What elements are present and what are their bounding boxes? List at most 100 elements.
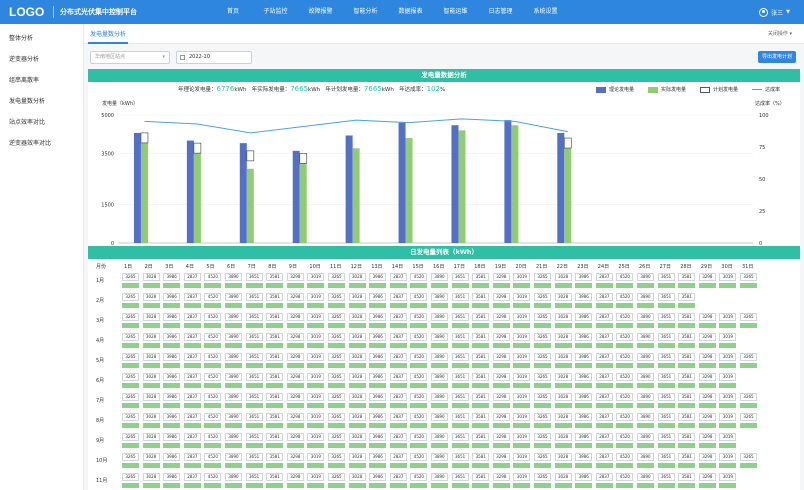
day-value[interactable]: 3019: [719, 393, 737, 401]
day-value[interactable]: 3298: [492, 473, 510, 481]
day-value[interactable]: 3265: [328, 393, 345, 401]
day-value[interactable]: 3019: [719, 333, 737, 341]
day-value[interactable]: 3581: [266, 373, 284, 381]
day-value[interactable]: 3890: [225, 433, 242, 441]
day-value[interactable]: 3298: [698, 333, 716, 341]
day-value[interactable]: 3019: [513, 473, 531, 481]
day-value[interactable]: 2837: [389, 273, 407, 281]
day-value[interactable]: 3651: [245, 333, 263, 341]
day-value[interactable]: 3265: [122, 313, 139, 321]
legend-rate[interactable]: 达成率: [751, 86, 780, 93]
day-value[interactable]: 4520: [204, 373, 222, 381]
day-value[interactable]: 3651: [245, 273, 263, 281]
day-value[interactable]: 3265: [740, 413, 757, 421]
sidebar-item-inverter-analysis[interactable]: 逆变器分析: [0, 49, 83, 70]
day-value[interactable]: 3890: [225, 473, 242, 481]
sidebar-item-station-efficiency[interactable]: 站点效率对比: [0, 112, 83, 133]
day-value[interactable]: 3986: [575, 353, 593, 361]
day-value[interactable]: 3651: [451, 273, 469, 281]
day-value[interactable]: 3298: [698, 353, 716, 361]
day-value[interactable]: 3986: [163, 453, 181, 461]
day-value[interactable]: 3298: [698, 453, 716, 461]
day-value[interactable]: 2837: [389, 433, 407, 441]
export-plan-button[interactable]: 导出发电计划: [757, 51, 796, 63]
day-value[interactable]: 3028: [554, 353, 572, 361]
day-value[interactable]: 3651: [451, 453, 469, 461]
day-value[interactable]: 3265: [740, 393, 757, 401]
day-value[interactable]: 3890: [637, 313, 654, 321]
sidebar-item-generation-analysis[interactable]: 发电量数分析: [0, 91, 83, 112]
day-value[interactable]: 3298: [286, 273, 304, 281]
day-value[interactable]: 3028: [142, 453, 160, 461]
day-value[interactable]: 3651: [451, 433, 469, 441]
day-value[interactable]: 2837: [183, 433, 201, 441]
day-value[interactable]: 3028: [348, 333, 366, 341]
day-value[interactable]: 2837: [389, 413, 407, 421]
day-value[interactable]: 2837: [595, 373, 613, 381]
day-value[interactable]: 3986: [369, 333, 387, 341]
day-value[interactable]: 3986: [163, 433, 181, 441]
day-value[interactable]: 3265: [534, 393, 551, 401]
nav-smart-ops[interactable]: 智能运维: [433, 0, 478, 24]
day-value[interactable]: 3298: [286, 453, 304, 461]
day-value[interactable]: 4520: [204, 273, 222, 281]
day-value[interactable]: 4520: [616, 313, 634, 321]
day-value[interactable]: 3651: [451, 373, 469, 381]
month-picker[interactable]: 2022-10: [176, 51, 252, 64]
day-value[interactable]: 3028: [142, 373, 160, 381]
day-value[interactable]: 3019: [513, 333, 531, 341]
day-value[interactable]: 3581: [266, 453, 284, 461]
day-value[interactable]: 3265: [328, 333, 345, 341]
day-value[interactable]: 3028: [554, 473, 572, 481]
day-value[interactable]: 3298: [698, 273, 716, 281]
day-value[interactable]: 4520: [204, 313, 222, 321]
day-value[interactable]: 3265: [534, 353, 551, 361]
day-value[interactable]: 3298: [698, 313, 716, 321]
day-value[interactable]: 4520: [410, 273, 428, 281]
day-value[interactable]: 2837: [389, 333, 407, 341]
day-value[interactable]: 3581: [472, 393, 490, 401]
day-value[interactable]: 4520: [616, 293, 634, 301]
day-value[interactable]: 3028: [554, 333, 572, 341]
day-value[interactable]: 3028: [348, 453, 366, 461]
day-value[interactable]: 3890: [431, 453, 448, 461]
legend-plan[interactable]: 计划发电量: [699, 86, 738, 93]
day-value[interactable]: 3651: [657, 453, 675, 461]
day-value[interactable]: 3986: [369, 473, 387, 481]
day-value[interactable]: 3986: [369, 453, 387, 461]
day-value[interactable]: 3019: [719, 313, 737, 321]
day-value[interactable]: 2837: [595, 393, 613, 401]
day-value[interactable]: 3986: [163, 353, 181, 361]
day-value[interactable]: 3986: [163, 333, 181, 341]
nav-substation-monitor[interactable]: 子站监控: [253, 0, 298, 24]
day-value[interactable]: 4520: [616, 433, 634, 441]
day-value[interactable]: 3651: [657, 333, 675, 341]
day-value[interactable]: 3028: [554, 313, 572, 321]
day-value[interactable]: 3028: [142, 353, 160, 361]
day-value[interactable]: 4520: [410, 353, 428, 361]
day-value[interactable]: 3019: [719, 273, 737, 281]
day-value[interactable]: 3298: [492, 433, 510, 441]
day-value[interactable]: 3890: [431, 293, 448, 301]
day-value[interactable]: 3019: [513, 353, 531, 361]
day-value[interactable]: 3581: [266, 393, 284, 401]
day-value[interactable]: 3265: [534, 273, 551, 281]
day-value[interactable]: 3651: [245, 293, 263, 301]
day-value[interactable]: 4520: [410, 413, 428, 421]
day-value[interactable]: 3265: [122, 393, 139, 401]
day-value[interactable]: 2837: [389, 393, 407, 401]
day-value[interactable]: 3298: [286, 333, 304, 341]
day-value[interactable]: 3986: [575, 373, 593, 381]
sidebar-item-inverter-efficiency[interactable]: 逆变器效率对比: [0, 133, 83, 154]
day-value[interactable]: 3890: [431, 273, 448, 281]
day-value[interactable]: 3890: [225, 313, 242, 321]
day-value[interactable]: 3265: [328, 453, 345, 461]
day-value[interactable]: 3651: [657, 273, 675, 281]
day-value[interactable]: 3651: [451, 313, 469, 321]
day-value[interactable]: 4520: [204, 333, 222, 341]
day-value[interactable]: 3581: [678, 373, 696, 381]
day-value[interactable]: 3581: [472, 413, 490, 421]
nav-smart-analysis[interactable]: 智能分析: [343, 0, 388, 24]
day-value[interactable]: 3298: [492, 373, 510, 381]
day-value[interactable]: 3028: [142, 313, 160, 321]
